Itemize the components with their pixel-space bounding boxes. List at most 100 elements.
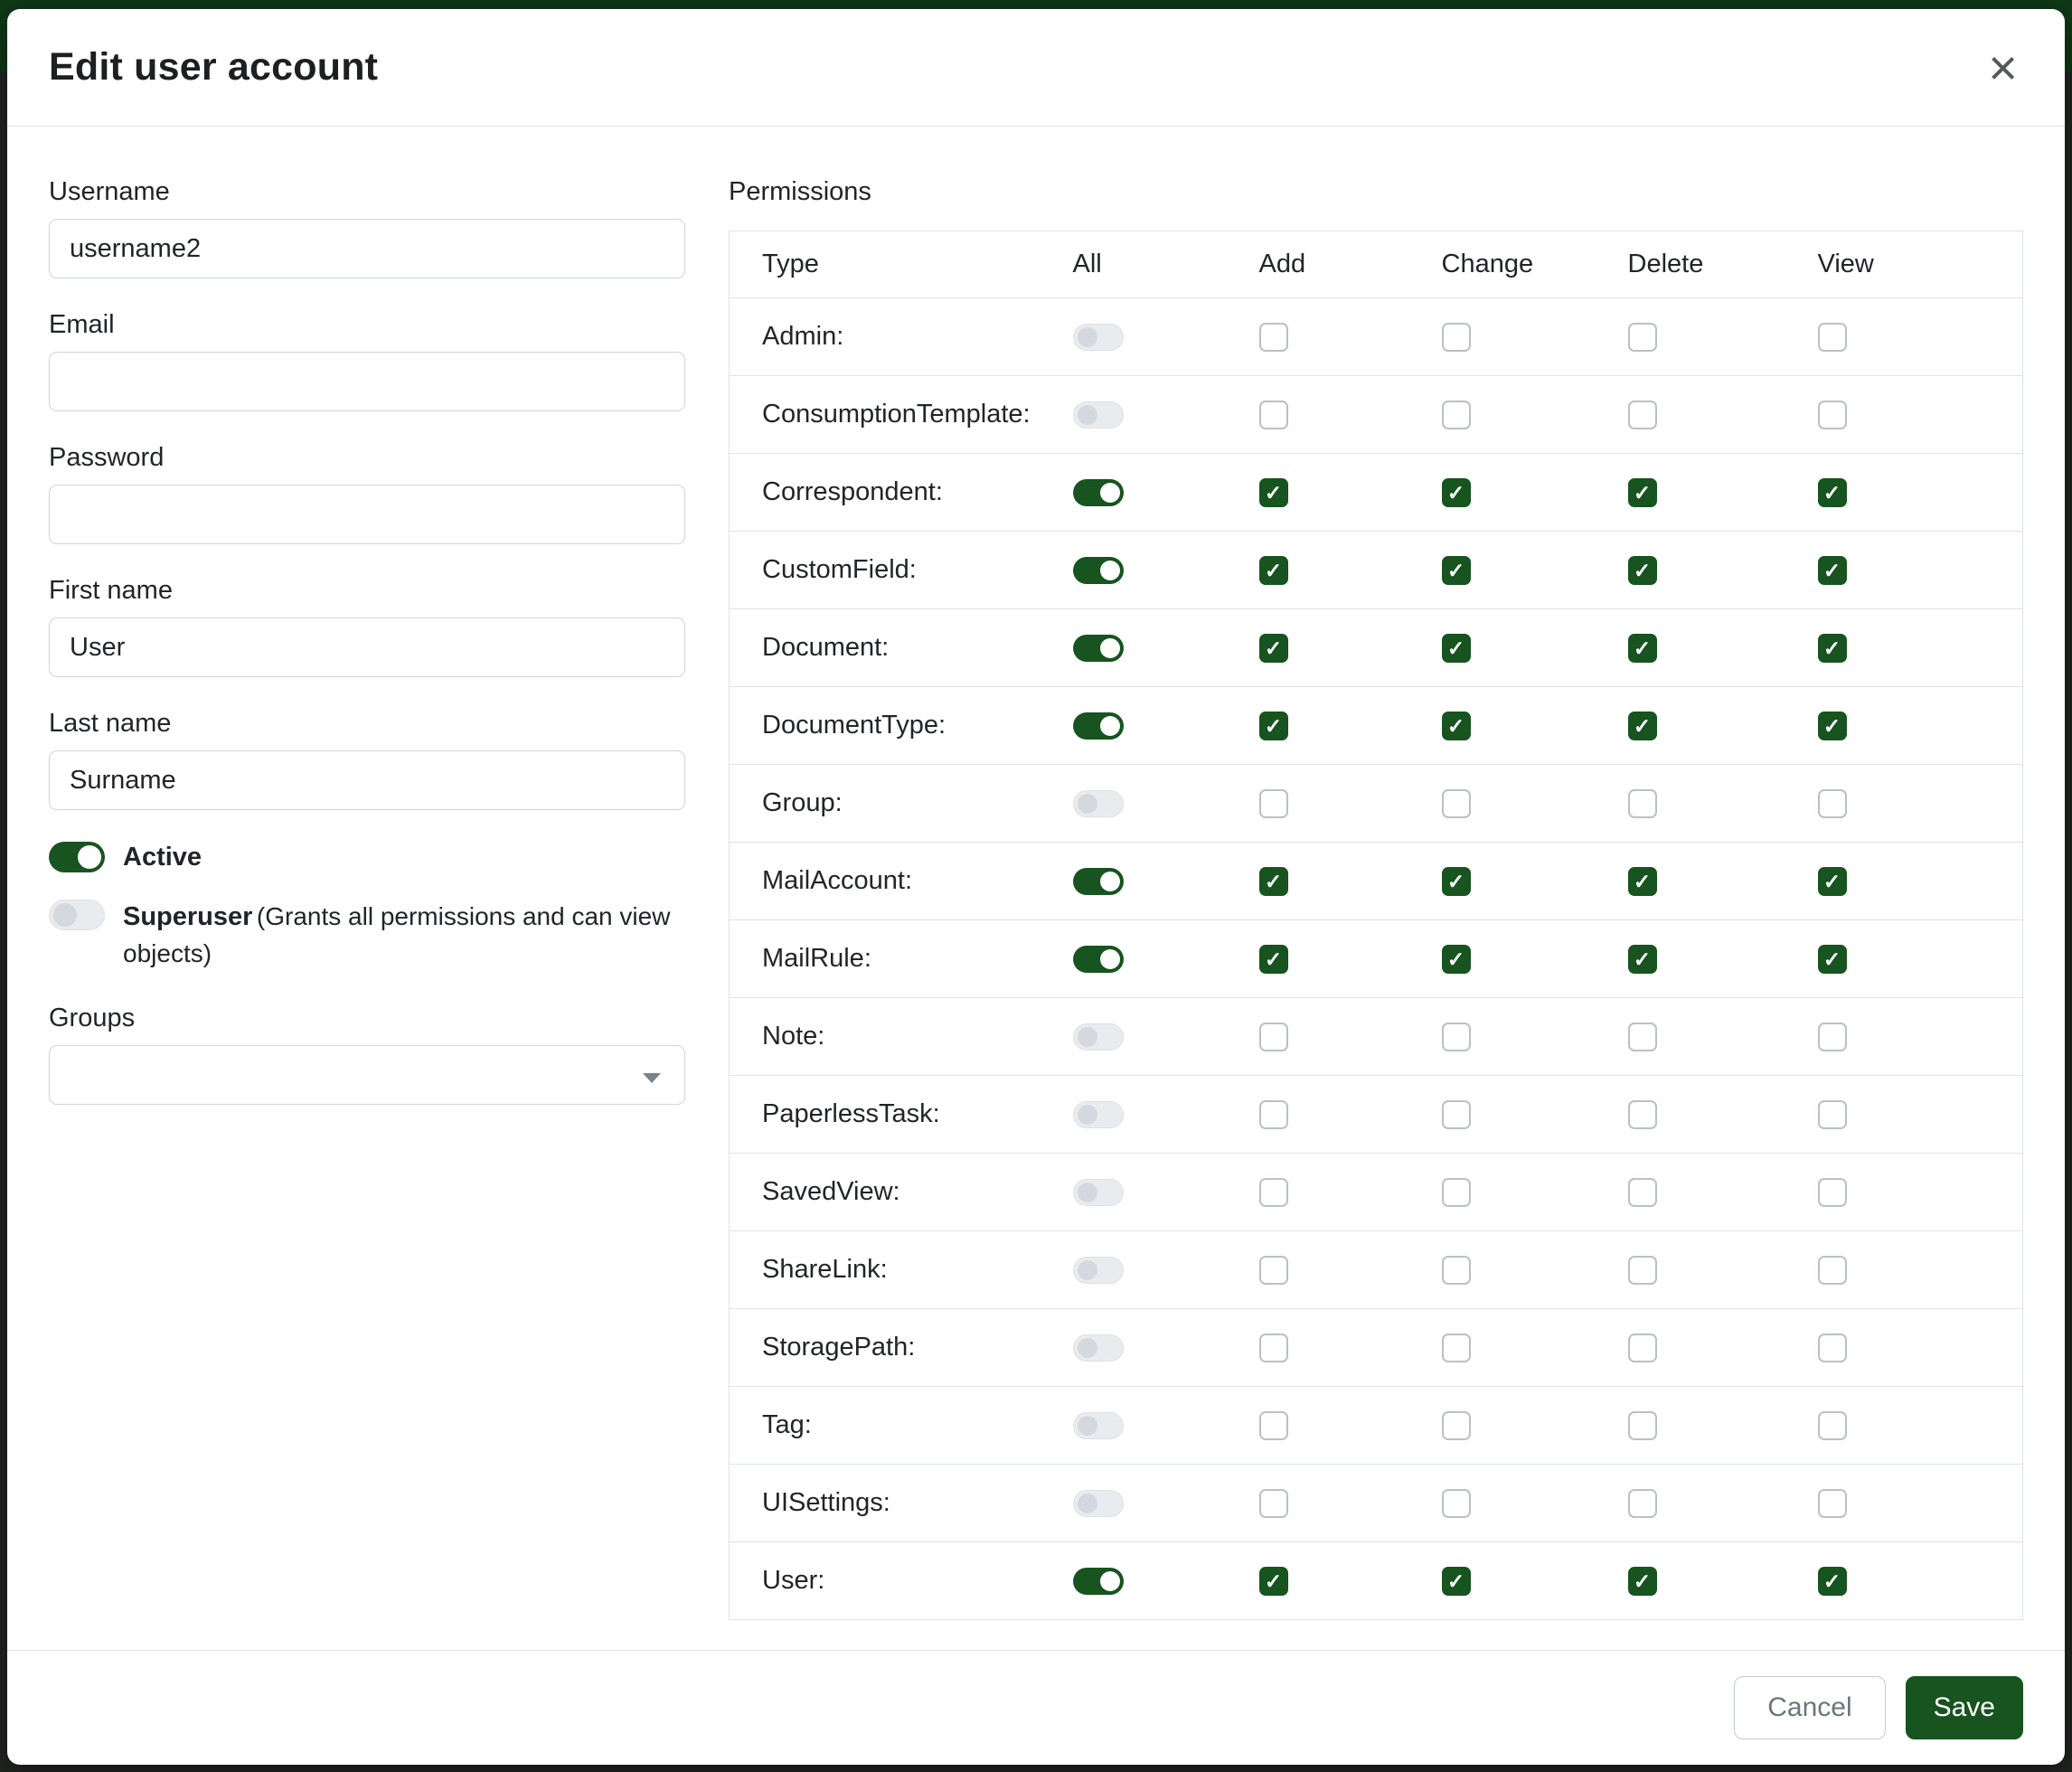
add-checkbox[interactable]: ✓ <box>1259 712 1288 740</box>
all-toggle[interactable] <box>1073 401 1124 429</box>
view-checkbox[interactable]: ✓ <box>1818 1567 1847 1596</box>
all-toggle[interactable] <box>1073 1334 1124 1362</box>
delete-checkbox[interactable]: ✓ <box>1628 1567 1657 1596</box>
all-toggle[interactable] <box>1073 479 1124 506</box>
all-toggle[interactable] <box>1073 946 1124 973</box>
all-toggle[interactable] <box>1073 1179 1124 1206</box>
delete-checkbox[interactable]: ✓ <box>1628 867 1657 896</box>
change-checkbox[interactable] <box>1442 789 1471 818</box>
change-checkbox[interactable] <box>1442 1023 1471 1051</box>
cancel-button[interactable]: Cancel <box>1734 1676 1885 1739</box>
view-checkbox[interactable]: ✓ <box>1818 556 1847 585</box>
change-checkbox[interactable] <box>1442 1411 1471 1440</box>
add-checkbox[interactable]: ✓ <box>1259 945 1288 974</box>
add-checkbox[interactable]: ✓ <box>1259 556 1288 585</box>
add-checkbox[interactable] <box>1259 1411 1288 1440</box>
all-toggle[interactable] <box>1073 868 1124 895</box>
view-checkbox[interactable] <box>1818 1023 1847 1051</box>
all-toggle[interactable] <box>1073 1101 1124 1128</box>
change-checkbox[interactable]: ✓ <box>1442 712 1471 740</box>
delete-checkbox[interactable]: ✓ <box>1628 712 1657 740</box>
view-checkbox[interactable]: ✓ <box>1818 478 1847 507</box>
delete-checkbox[interactable] <box>1628 323 1657 352</box>
delete-checkbox[interactable] <box>1628 1178 1657 1207</box>
change-checkbox[interactable] <box>1442 323 1471 352</box>
username-input[interactable] <box>49 219 685 278</box>
all-toggle[interactable] <box>1073 1568 1124 1595</box>
add-checkbox[interactable] <box>1259 1256 1288 1285</box>
change-checkbox[interactable]: ✓ <box>1442 478 1471 507</box>
add-checkbox[interactable] <box>1259 1100 1288 1129</box>
first-name-input[interactable] <box>49 617 685 677</box>
view-checkbox[interactable]: ✓ <box>1818 945 1847 974</box>
change-checkbox[interactable] <box>1442 1178 1471 1207</box>
add-checkbox[interactable] <box>1259 401 1288 429</box>
delete-checkbox[interactable]: ✓ <box>1628 478 1657 507</box>
view-checkbox[interactable] <box>1818 401 1847 429</box>
add-checkbox[interactable]: ✓ <box>1259 867 1288 896</box>
view-checkbox[interactable] <box>1818 1334 1847 1362</box>
add-checkbox[interactable] <box>1259 1023 1288 1051</box>
all-toggle[interactable] <box>1073 1023 1124 1051</box>
password-label: Password <box>49 443 685 473</box>
all-toggle[interactable] <box>1073 635 1124 662</box>
change-checkbox[interactable] <box>1442 1334 1471 1362</box>
all-toggle[interactable] <box>1073 790 1124 817</box>
password-input[interactable] <box>49 485 685 544</box>
change-checkbox[interactable]: ✓ <box>1442 867 1471 896</box>
groups-select[interactable] <box>49 1045 685 1105</box>
add-checkbox[interactable] <box>1259 1334 1288 1362</box>
view-checkbox[interactable]: ✓ <box>1818 634 1847 663</box>
change-checkbox[interactable] <box>1442 1100 1471 1129</box>
view-checkbox[interactable] <box>1818 1489 1847 1518</box>
change-checkbox[interactable] <box>1442 1256 1471 1285</box>
add-checkbox[interactable] <box>1259 1178 1288 1207</box>
permission-type: MailRule: <box>730 920 1073 998</box>
email-input[interactable] <box>49 352 685 411</box>
close-button[interactable]: × <box>1983 50 2023 86</box>
superuser-toggle[interactable] <box>49 900 105 930</box>
view-checkbox[interactable] <box>1818 323 1847 352</box>
all-toggle[interactable] <box>1073 1412 1124 1439</box>
add-checkbox[interactable] <box>1259 323 1288 352</box>
view-checkbox[interactable]: ✓ <box>1818 712 1847 740</box>
delete-checkbox[interactable] <box>1628 1334 1657 1362</box>
change-checkbox[interactable]: ✓ <box>1442 945 1471 974</box>
delete-checkbox[interactable] <box>1628 1411 1657 1440</box>
active-toggle[interactable] <box>49 842 105 872</box>
delete-checkbox[interactable] <box>1628 1100 1657 1129</box>
superuser-label: Superuser <box>123 902 252 931</box>
view-checkbox[interactable] <box>1818 789 1847 818</box>
view-checkbox[interactable] <box>1818 1178 1847 1207</box>
delete-checkbox[interactable]: ✓ <box>1628 945 1657 974</box>
add-checkbox[interactable]: ✓ <box>1259 634 1288 663</box>
change-checkbox[interactable]: ✓ <box>1442 634 1471 663</box>
delete-checkbox[interactable] <box>1628 1023 1657 1051</box>
view-checkbox[interactable] <box>1818 1256 1847 1285</box>
all-toggle[interactable] <box>1073 557 1124 584</box>
delete-checkbox[interactable] <box>1628 401 1657 429</box>
all-toggle[interactable] <box>1073 324 1124 351</box>
view-checkbox[interactable] <box>1818 1100 1847 1129</box>
save-button[interactable]: Save <box>1906 1676 2023 1739</box>
delete-checkbox[interactable] <box>1628 789 1657 818</box>
delete-checkbox[interactable] <box>1628 1489 1657 1518</box>
delete-checkbox[interactable]: ✓ <box>1628 556 1657 585</box>
toggle-knob <box>1100 949 1120 969</box>
change-checkbox[interactable]: ✓ <box>1442 556 1471 585</box>
delete-checkbox[interactable] <box>1628 1256 1657 1285</box>
change-checkbox[interactable] <box>1442 401 1471 429</box>
add-checkbox[interactable]: ✓ <box>1259 478 1288 507</box>
view-checkbox[interactable]: ✓ <box>1818 867 1847 896</box>
view-checkbox[interactable] <box>1818 1411 1847 1440</box>
add-checkbox[interactable]: ✓ <box>1259 1567 1288 1596</box>
all-toggle[interactable] <box>1073 712 1124 740</box>
last-name-input[interactable] <box>49 750 685 810</box>
add-checkbox[interactable] <box>1259 789 1288 818</box>
all-toggle[interactable] <box>1073 1257 1124 1284</box>
delete-checkbox[interactable]: ✓ <box>1628 634 1657 663</box>
change-checkbox[interactable] <box>1442 1489 1471 1518</box>
add-checkbox[interactable] <box>1259 1489 1288 1518</box>
all-toggle[interactable] <box>1073 1490 1124 1517</box>
change-checkbox[interactable]: ✓ <box>1442 1567 1471 1596</box>
